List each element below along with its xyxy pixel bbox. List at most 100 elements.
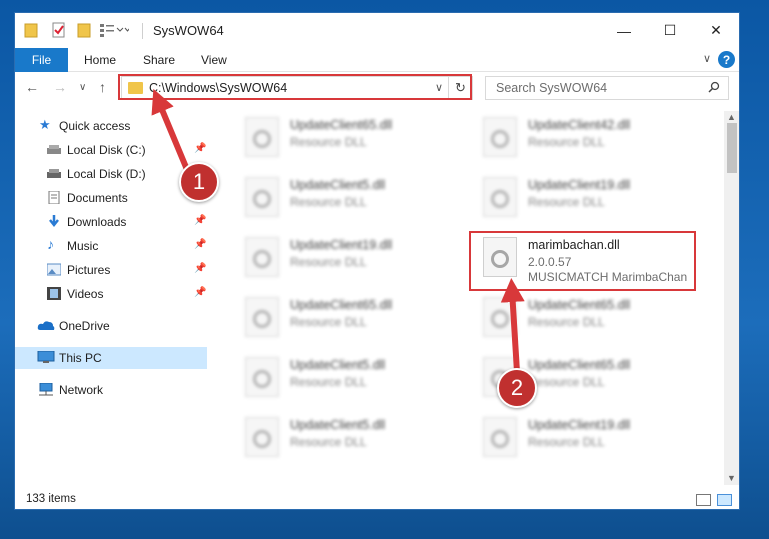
ribbon-tabs: File Home Share View ∨ ? (15, 48, 739, 72)
file-tile[interactable]: UpdateClient42.dll Resource DLL (473, 113, 693, 169)
vertical-scrollbar[interactable]: ▲ ▼ (724, 111, 739, 485)
details-view-icon[interactable] (696, 494, 711, 506)
forward-icon[interactable]: → (53, 79, 67, 95)
pin-icon: 📌 (194, 239, 207, 250)
file-name: UpdateClient19.dll (528, 418, 631, 432)
sidebar-item-this-pc[interactable]: This PC (15, 347, 207, 369)
title-separator (142, 23, 143, 39)
pin-icon: 📌 (194, 215, 207, 226)
scroll-up-icon[interactable]: ▲ (727, 112, 736, 122)
item-count: 133 items (26, 493, 76, 505)
scroll-down-icon[interactable]: ▼ (727, 473, 736, 483)
file-tile[interactable]: UpdateClient5.dll Resource DLL (235, 413, 455, 469)
tab-file[interactable]: File (15, 48, 68, 72)
file-name: UpdateClient5.dll (290, 418, 386, 432)
tab-view[interactable]: View (201, 53, 227, 67)
file-tile[interactable]: UpdateClient65.dll Resource DLL (235, 293, 455, 349)
sidebar-item-downloads[interactable]: Downloads 📌 (15, 211, 207, 233)
file-type: Resource DLL (528, 375, 605, 389)
file-type: Resource DLL (528, 195, 605, 209)
sidebar-item-documents[interactable]: Documents 📌 (15, 187, 207, 209)
file-tile[interactable]: UpdateClient65.dll Resource DLL (235, 113, 455, 169)
sidebar-item-label: Pictures (67, 263, 111, 277)
dll-file-icon (245, 357, 279, 397)
tab-share[interactable]: Share (143, 53, 175, 67)
dll-file-icon (245, 117, 279, 157)
customize-toolbar-icon[interactable] (99, 22, 131, 41)
dll-file-icon (245, 237, 279, 277)
back-icon[interactable]: ← (25, 79, 39, 95)
download-icon (47, 215, 61, 228)
help-icon[interactable]: ? (718, 51, 735, 68)
pictures-icon (46, 263, 62, 276)
sidebar-item-music[interactable]: ♪ Music 📌 (15, 235, 207, 257)
file-type: Resource DLL (290, 255, 367, 269)
file-list: UpdateClient65.dll Resource DLL UpdateCl… (215, 111, 724, 481)
file-name: UpdateClient65.dll (290, 298, 393, 312)
dll-file-icon (483, 117, 517, 157)
drive-icon (47, 143, 61, 156)
sidebar-item-label: Music (67, 239, 99, 253)
file-tile[interactable]: UpdateClient5.dll Resource DLL (235, 353, 455, 409)
file-tile[interactable]: UpdateClient19.dll Resource DLL (473, 413, 693, 469)
minimize-button[interactable]: — (601, 13, 647, 48)
file-tile[interactable]: UpdateClient19.dll Resource DLL (235, 233, 455, 289)
folder-icon (24, 22, 38, 41)
file-type: Resource DLL (528, 435, 605, 449)
file-type: Resource DLL (290, 375, 367, 389)
new-folder-icon[interactable] (77, 22, 91, 41)
sidebar-item-onedrive[interactable]: OneDrive (15, 315, 207, 337)
scroll-thumb[interactable] (727, 123, 737, 173)
dll-file-icon (245, 177, 279, 217)
sidebar-item-label: OneDrive (59, 319, 110, 333)
sidebar-item-label: Downloads (67, 215, 127, 229)
sidebar-item-label: Local Disk (C:) (67, 143, 146, 157)
sidebar-item-local-disk-c[interactable]: Local Disk (C:) 📌 (15, 139, 207, 161)
file-type: Resource DLL (290, 315, 367, 329)
file-type: Resource DLL (290, 135, 367, 149)
file-name: UpdateClient19.dll (528, 178, 631, 192)
step-1-callout: 1 (179, 162, 219, 202)
sidebar-item-label: Videos (67, 287, 104, 301)
file-type: Resource DLL (290, 435, 367, 449)
dll-file-icon (483, 417, 517, 457)
up-icon[interactable]: ↑ (99, 79, 106, 95)
navigation-pane: ★ Quick access Local Disk (C:) 📌 Local D… (15, 111, 209, 481)
file-name: UpdateClient65.dll (528, 358, 631, 372)
tab-home[interactable]: Home (84, 53, 116, 67)
computer-icon (37, 350, 55, 364)
file-type: Resource DLL (528, 135, 605, 149)
sidebar-item-quick-access[interactable]: ★ Quick access (15, 115, 207, 137)
close-button[interactable]: ✕ (693, 13, 739, 48)
search-placeholder: Search SysWOW64 (496, 81, 608, 95)
dll-file-icon (483, 297, 517, 337)
collapse-ribbon-icon[interactable]: ∨ (703, 52, 711, 65)
file-tile[interactable]: UpdateClient19.dll Resource DLL (473, 173, 693, 229)
dll-file-icon (245, 297, 279, 337)
file-name: UpdateClient19.dll (290, 238, 393, 252)
sidebar-item-network[interactable]: Network (15, 379, 207, 401)
file-name: UpdateClient5.dll (290, 178, 386, 192)
network-icon (37, 382, 53, 396)
file-tile[interactable]: UpdateClient65.dll Resource DLL (473, 293, 693, 349)
properties-icon[interactable] (51, 22, 67, 41)
address-bar-highlight (118, 74, 472, 100)
pin-icon: 📌 (194, 143, 207, 154)
file-name: UpdateClient42.dll (528, 118, 631, 132)
videos-icon (47, 287, 61, 300)
pin-icon: 📌 (194, 287, 207, 298)
maximize-button[interactable]: ☐ (647, 13, 693, 48)
sidebar-item-videos[interactable]: Videos 📌 (15, 283, 207, 305)
drive-icon (47, 167, 61, 180)
recent-locations-icon[interactable]: ∨ (79, 82, 86, 93)
documents-icon (47, 190, 61, 205)
sidebar-item-label: Network (59, 383, 104, 397)
search-icon[interactable] (708, 81, 720, 96)
file-name: UpdateClient5.dll (290, 358, 386, 372)
star-icon: ★ (39, 117, 51, 132)
search-input[interactable]: Search SysWOW64 (485, 76, 729, 100)
large-icons-view-icon[interactable] (717, 494, 732, 506)
cloud-icon (37, 319, 55, 332)
file-tile[interactable]: UpdateClient5.dll Resource DLL (235, 173, 455, 229)
sidebar-item-pictures[interactable]: Pictures 📌 (15, 259, 207, 281)
